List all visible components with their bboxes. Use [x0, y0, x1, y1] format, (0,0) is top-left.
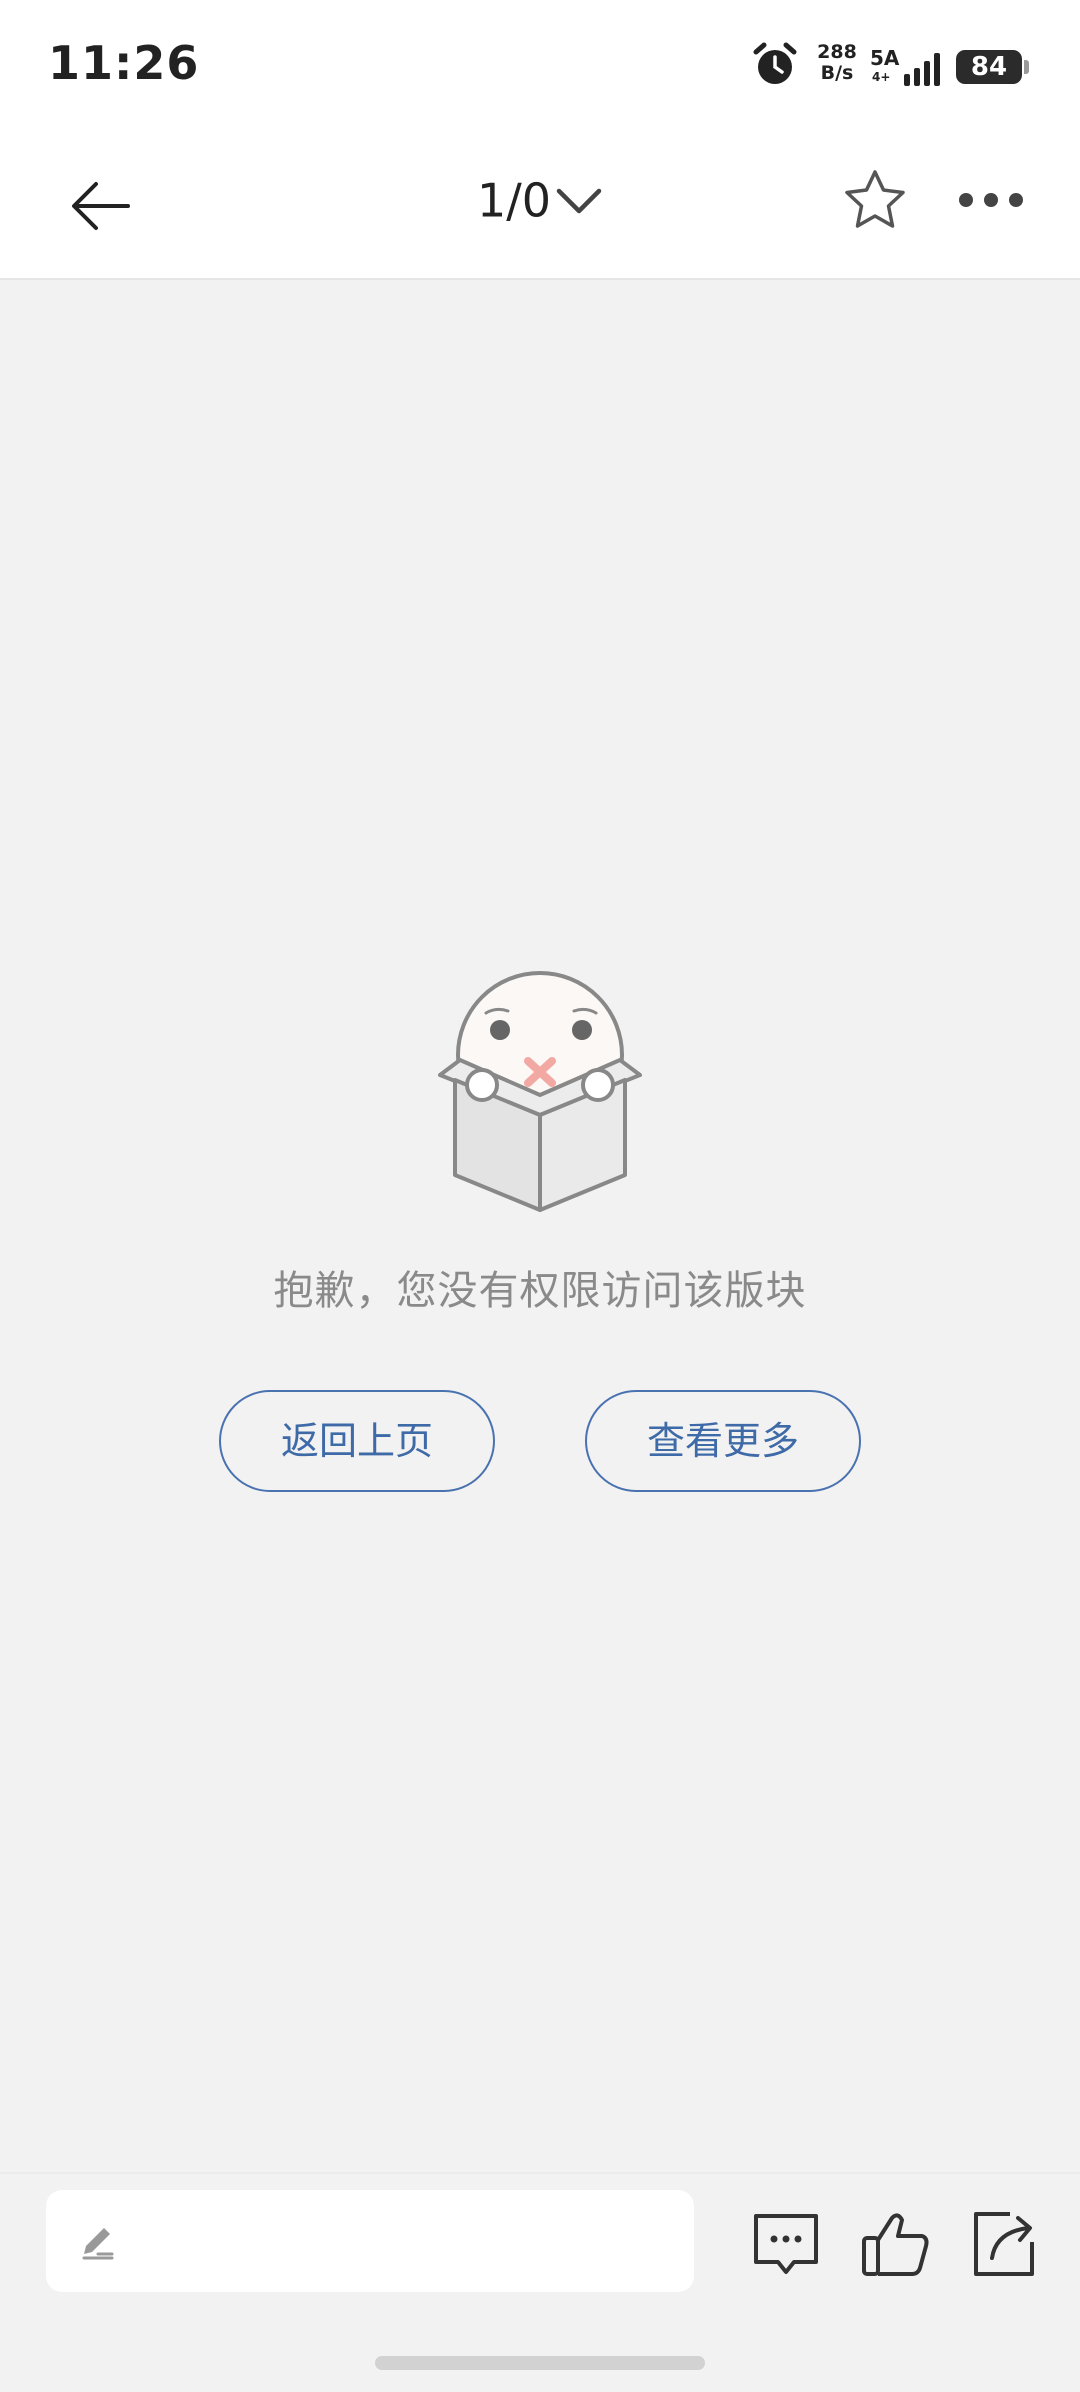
alarm-icon [753, 42, 797, 84]
go-back-button[interactable]: 返回上页 [219, 1390, 495, 1492]
top-nav-bar: 1/0 [0, 132, 1080, 280]
page-indicator[interactable]: 1/0 [0, 170, 1080, 228]
no-permission-message: 抱歉，您没有权限访问该版块 [273, 1268, 807, 1314]
status-bar: 11:26 288 B/s 5A 4+ 84 [0, 0, 1080, 132]
pen-icon [82, 2228, 114, 2260]
net-speed-unit: B/s [820, 62, 854, 84]
more-icon[interactable] [956, 180, 1026, 220]
no-permission-illustration [438, 971, 642, 1212]
home-indicator[interactable] [375, 2356, 705, 2370]
status-icons: 288 B/s 5A 4+ 84 [752, 40, 1032, 96]
page-number: 1/0 [476, 173, 552, 228]
comment-box[interactable] [46, 2190, 694, 2292]
battery-icon: 84 [956, 50, 1022, 84]
status-time: 11:26 [48, 36, 200, 90]
like-icon[interactable] [858, 2206, 934, 2282]
battery-cap [1024, 60, 1029, 74]
view-more-button[interactable]: 查看更多 [585, 1390, 861, 1492]
signal-icon [904, 53, 940, 86]
comment-input[interactable] [136, 2210, 680, 2272]
net-speed: 288 B/s [812, 42, 862, 84]
net-speed-value: 288 [817, 41, 857, 63]
chevron-down-icon [556, 188, 602, 213]
share-icon[interactable] [966, 2206, 1042, 2282]
star-icon[interactable] [840, 166, 910, 236]
comment-icon[interactable] [748, 2206, 824, 2282]
